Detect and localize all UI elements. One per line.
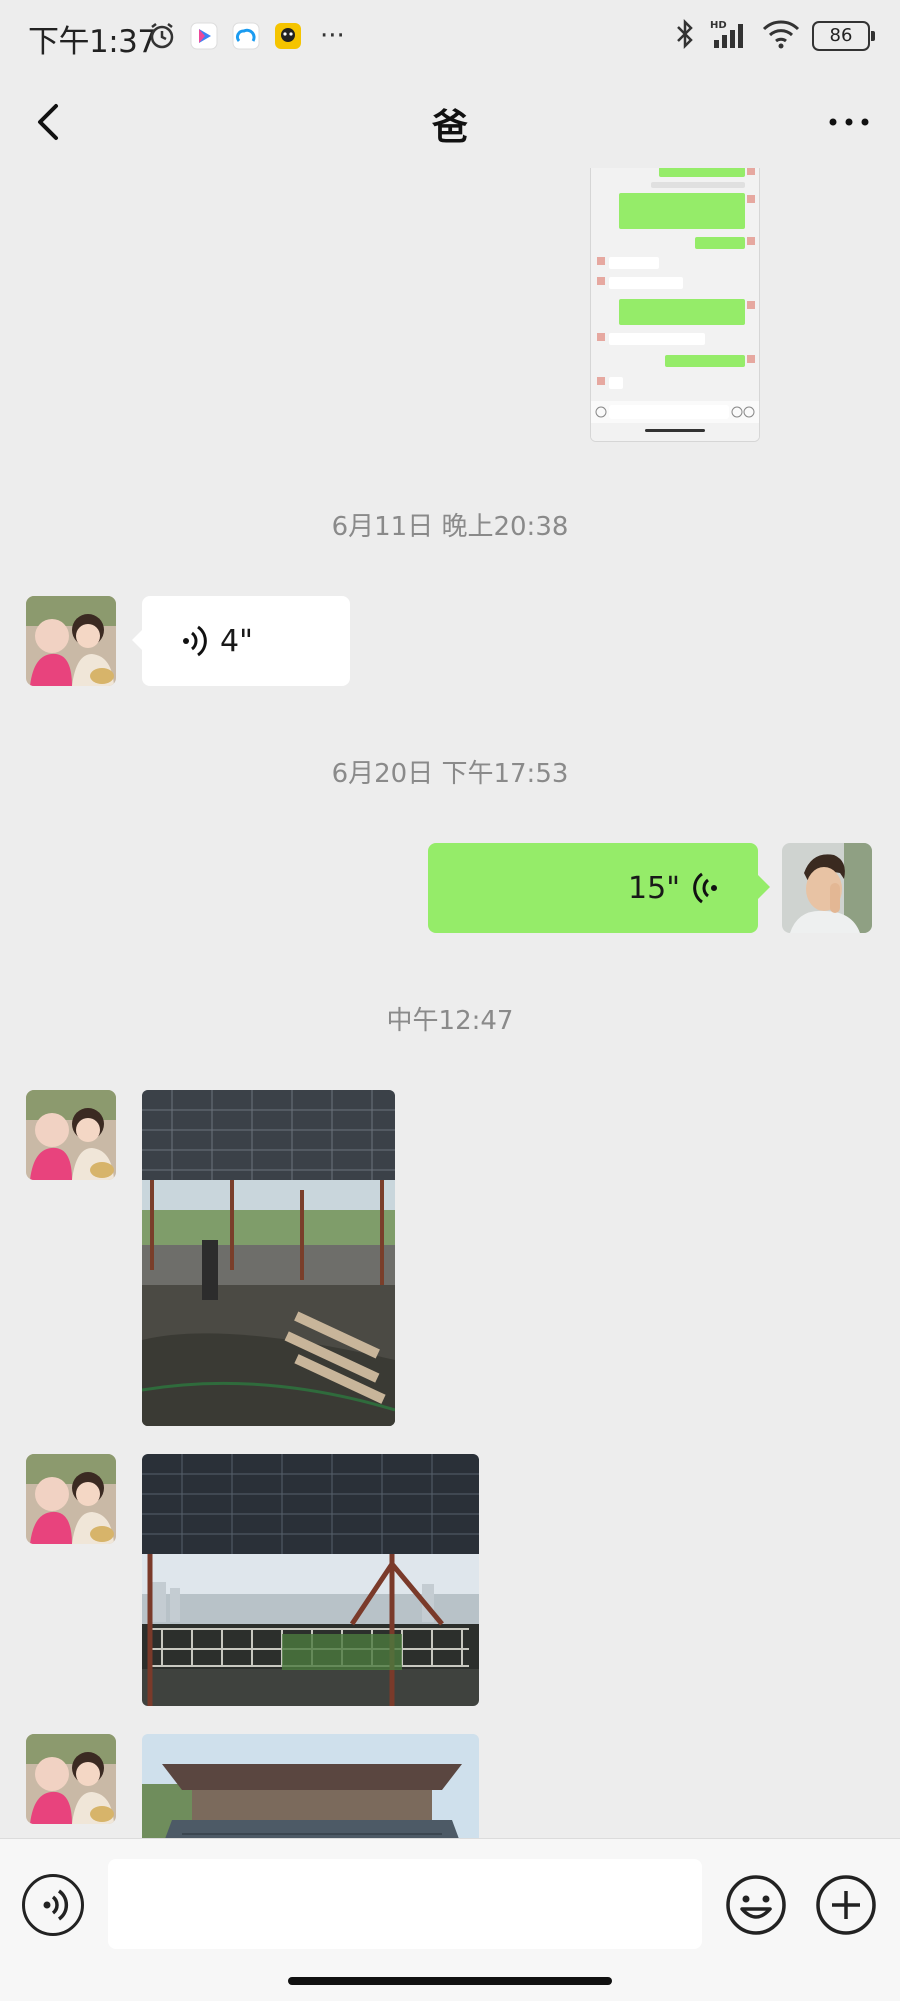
photo-rooftop-railing [142,1454,479,1706]
photo-rooftop-roof [142,1734,479,1838]
avatar-image [26,1090,116,1180]
wifi-icon [762,19,800,53]
chat-title: 爸 [431,107,468,148]
voice-input-button[interactable] [22,1874,84,1936]
avatar-image [26,596,116,686]
status-system-icons: HD 86 [674,18,875,54]
avatar-me[interactable] [782,843,872,933]
image-message-rooftop-3[interactable] [142,1734,479,1838]
avatar-image [26,1734,116,1824]
alarm-icon [146,20,178,52]
image-message-rooftop-1[interactable] [142,1090,395,1426]
message-input[interactable] [108,1859,702,1949]
voice-duration: 15" [628,870,680,906]
status-time: 下午1:37 [28,24,157,60]
emoji-icon [726,1875,786,1935]
status-app-icons: ··· [146,20,345,52]
voice-wave-icon [690,870,720,906]
emoji-button[interactable] [724,1873,788,1937]
bluetooth-icon [674,18,696,54]
timestamp: 6月20日 下午17:53 [331,759,569,789]
avatar-image [26,1454,116,1544]
chat-history[interactable]: 6月11日 晚上20:38 4" 6月20日 下午17:53 15" 中午12:… [0,168,900,1838]
avatar-dad[interactable] [26,1454,116,1544]
more-actions-button[interactable] [814,1873,878,1937]
avatar-dad[interactable] [26,1090,116,1180]
status-overflow: ··· [320,21,345,51]
avatar-image [782,843,872,933]
image-message-screenshot[interactable] [590,168,760,442]
photo-rooftop-solar [142,1090,395,1426]
hd-signal-icon: HD [708,18,750,54]
home-indicator[interactable] [288,1977,612,1985]
game-app-icon [272,20,304,52]
image-message-rooftop-2[interactable] [142,1454,479,1706]
voice-message-outgoing[interactable]: 15" [428,843,770,933]
chat-screenshot-thumbnail [591,168,759,441]
chat-header: 爸 [0,76,900,168]
voice-wave-icon [180,623,210,659]
play-app-icon [188,20,220,52]
more-button[interactable] [824,102,874,142]
battery-icon: 86 [812,21,875,51]
more-dots-icon [829,118,869,126]
plus-icon [816,1875,876,1935]
avatar-dad[interactable] [26,596,116,686]
timestamp: 中午12:47 [386,1006,514,1036]
hd-label: HD [710,20,727,31]
voice-icon [43,1889,69,1921]
status-bar: 下午1:37 ··· HD 86 [0,0,900,76]
cloud-app-icon [230,20,262,52]
timestamp: 6月11日 晚上20:38 [331,512,569,542]
avatar-dad[interactable] [26,1734,116,1824]
voice-message-incoming[interactable]: 4" [132,596,350,686]
voice-duration: 4" [220,623,253,659]
